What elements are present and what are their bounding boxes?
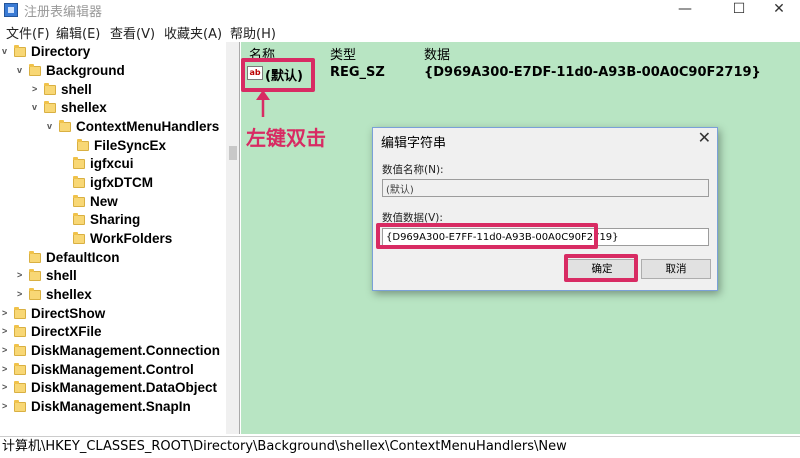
annotation-double-click-label: 左键双击 [246,126,326,150]
column-header-type[interactable]: 类型 [330,44,356,63]
tree-item-label: igfxcui [90,156,134,171]
value-data: {D969A300-E7DF-11d0-A93B-00A0C90F2719} [424,65,761,80]
expand-toggle-icon[interactable]: > [17,270,27,280]
folder-icon [29,64,41,76]
folder-icon [44,101,56,113]
expand-toggle-icon[interactable]: > [2,364,12,374]
folder-icon [73,157,85,169]
highlight-default-value [241,58,315,92]
expand-toggle-icon[interactable]: v [32,102,42,112]
registry-tree: v Directory v Background > shell v shell… [0,42,240,434]
tree-item-label: Directory [31,44,91,59]
tree-scrollbar[interactable] [226,42,239,434]
folder-icon [29,251,41,263]
folder-icon [14,45,26,57]
folder-icon [73,232,85,244]
tree-item-label: DiskManagement.SnapIn [31,399,191,414]
folder-icon [14,307,26,319]
tree-item-label: shellex [61,100,107,115]
dialog-close-icon[interactable]: ✕ [698,128,711,147]
expand-toggle-icon[interactable]: > [2,326,12,336]
menu-bar: 文件(F) 编辑(E) 查看(V) 收藏夹(A) 帮助(H) [0,22,800,42]
folder-icon [14,344,26,356]
cancel-button[interactable]: 取消 [641,259,711,279]
tree-item-label: DiskManagement.DataObject [31,380,218,395]
column-header-data[interactable]: 数据 [424,44,450,63]
dialog-title: 编辑字符串 [381,136,447,151]
annotation-arrow-icon [256,90,270,117]
edit-string-dialog: 编辑字符串 ✕ 数值名称(N): 数值数据(V): 确定 取消 [372,127,718,291]
tree-item-label: Background [46,63,125,78]
menu-file[interactable]: 文件(F) [6,23,50,42]
menu-edit[interactable]: 编辑(E) [56,23,100,42]
folder-icon [44,83,56,95]
dialog-body: 数值名称(N): 数值数据(V): 确定 取消 [373,154,717,290]
expand-toggle-icon[interactable]: > [17,289,27,299]
expand-toggle-icon[interactable]: > [2,308,12,318]
menu-help[interactable]: 帮助(H) [230,23,276,42]
tree-item-label: shell [46,268,77,283]
tree-item-label: DefaultIcon [46,250,120,265]
folder-icon [14,325,26,337]
folder-icon [73,213,85,225]
value-name-field[interactable] [382,179,709,197]
expand-toggle-icon[interactable]: > [2,401,12,411]
folder-icon [14,400,26,412]
highlight-ok-button [564,254,638,282]
status-bar-path: 计算机\HKEY_CLASSES_ROOT\Directory\Backgrou… [0,436,800,458]
expand-toggle-icon[interactable]: v [2,46,12,56]
value-name-label: 数值名称(N): [382,164,444,176]
tree-item-label: FileSyncEx [94,138,167,153]
expand-toggle-icon[interactable]: > [2,382,12,392]
tree-item-label: WorkFolders [90,231,173,246]
expand-toggle-icon[interactable]: v [17,65,27,75]
highlight-value-data [376,223,598,249]
tree-item-label: shell [61,82,92,97]
folder-icon [29,288,41,300]
regedit-app-icon [4,3,18,17]
tree-item-label: shellex [46,287,92,302]
folder-icon [73,195,85,207]
tree-item-label: New [90,194,118,209]
menu-favorites[interactable]: 收藏夹(A) [164,23,222,42]
folder-icon [29,269,41,281]
folder-icon [77,139,89,151]
tree-item-label: DiskManagement.Control [31,362,194,377]
tree-item-label: ContextMenuHandlers [76,119,220,134]
expand-toggle-icon[interactable]: > [32,84,42,94]
expand-toggle-icon[interactable]: > [2,345,12,355]
tree-item-label: igfxDTCM [90,175,153,190]
tree-scrollbar-thumb[interactable] [229,146,237,160]
close-button[interactable]: ✕ [756,0,800,20]
window-title: 注册表编辑器 [24,5,103,20]
tree-item-label: Sharing [90,212,141,227]
folder-icon [59,120,71,132]
folder-icon [14,381,26,393]
tree-item-label: DiskManagement.Connection [31,343,221,358]
menu-view[interactable]: 查看(V) [110,23,155,42]
tree-item-label: DirectXFile [31,324,102,339]
folder-icon [73,176,85,188]
folder-icon [14,363,26,375]
title-bar: 注册表编辑器 — ☐ ✕ [0,0,800,20]
expand-toggle-icon[interactable]: v [47,121,57,131]
tree-item-label: DirectShow [31,306,106,321]
minimize-button[interactable]: — [662,0,708,20]
value-type: REG_SZ [330,65,385,80]
